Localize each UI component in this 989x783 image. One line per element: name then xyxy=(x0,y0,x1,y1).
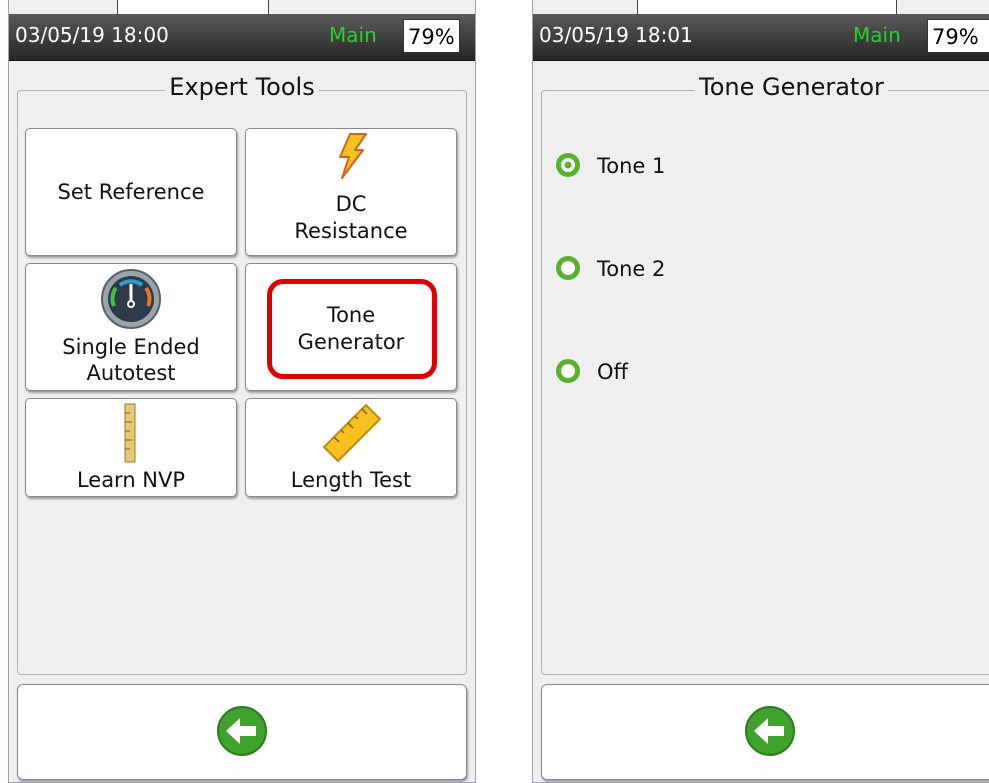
status-bar: 03/05/19 18:01 Main 79% xyxy=(533,14,989,61)
radio-selected-icon[interactable] xyxy=(555,152,581,178)
tone-generator-button[interactable]: Tone Generator xyxy=(245,263,457,391)
expert-tools-screen: 03/05/19 18:00 Main 79% Expert Tools Set… xyxy=(8,0,476,783)
learn-nvp-button[interactable]: Learn NVP xyxy=(25,398,237,497)
status-datetime: 03/05/19 18:01 xyxy=(539,23,693,47)
tool-label: Length Test xyxy=(290,468,412,492)
gauge-icon xyxy=(101,269,161,329)
tool-label-line1: DC xyxy=(335,192,367,216)
radio-label: Tone 2 xyxy=(597,257,666,281)
tool-label-line2: Resistance xyxy=(294,219,408,243)
tool-label-line1: Tone xyxy=(326,303,376,327)
ruler-vertical-icon xyxy=(124,403,136,463)
panel-title: Tone Generator xyxy=(695,73,888,101)
tool-label-line2: Generator xyxy=(297,330,405,354)
back-arrow-icon[interactable] xyxy=(216,705,268,757)
length-test-button[interactable]: Length Test xyxy=(245,398,457,497)
status-bar: 03/05/19 18:00 Main 79% xyxy=(9,14,475,61)
panel-title: Expert Tools xyxy=(165,73,319,101)
tool-label: Set Reference xyxy=(57,180,205,204)
tone-generator-screen: 03/05/19 18:01 Main 79% Tone Generator T… xyxy=(532,0,989,783)
ruler-diagonal-icon xyxy=(323,404,381,462)
radio-unselected-icon[interactable] xyxy=(555,255,581,281)
tool-label-line1: Single Ended xyxy=(62,335,200,359)
battery-indicator: 79% xyxy=(403,19,460,53)
radio-label: Tone 1 xyxy=(597,154,666,178)
tool-label-line2: Autotest xyxy=(86,361,176,385)
battery-indicator: 79% xyxy=(927,19,989,53)
radio-label: Off xyxy=(597,360,628,384)
back-bar xyxy=(17,684,467,780)
status-mode: Main xyxy=(329,23,377,47)
single-ended-autotest-button[interactable]: Single Ended Autotest xyxy=(25,263,237,391)
top-notch xyxy=(117,0,269,15)
top-notch xyxy=(637,0,897,15)
status-mode: Main xyxy=(853,23,901,47)
dc-resistance-button[interactable]: DC Resistance xyxy=(245,128,457,256)
lightning-bolt-icon xyxy=(339,133,367,179)
set-reference-button[interactable]: Set Reference xyxy=(25,128,237,256)
back-bar xyxy=(541,684,989,780)
radio-unselected-icon[interactable] xyxy=(555,358,581,384)
tool-label: Learn NVP xyxy=(76,468,186,492)
status-datetime: 03/05/19 18:00 xyxy=(15,23,169,47)
back-arrow-icon[interactable] xyxy=(744,705,796,757)
